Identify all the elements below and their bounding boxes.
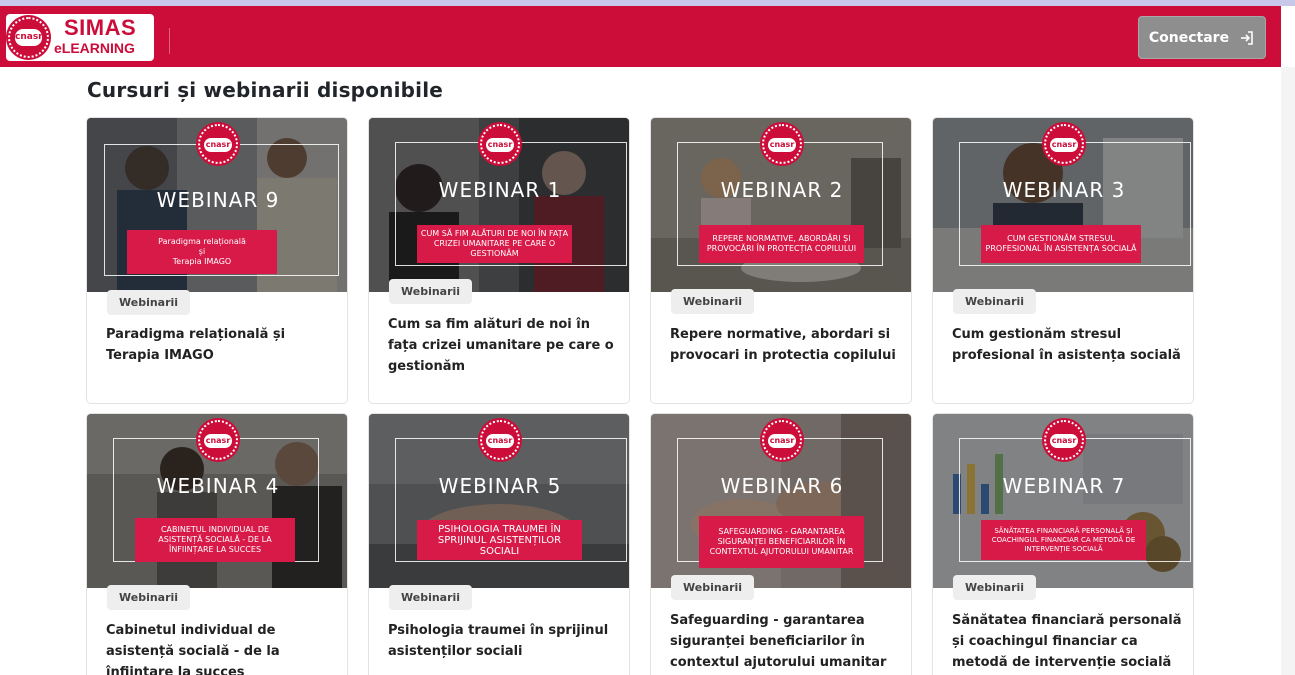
webinar-number: WEBINAR 3: [1002, 178, 1126, 202]
course-title[interactable]: Cum sa fim alături de noi în fața crizei…: [388, 314, 618, 377]
logo-subtitle: eLEARNING: [54, 40, 135, 56]
cnasr-badge-icon: cnasr: [198, 420, 238, 460]
course-card[interactable]: cnasr WEBINAR 6 SAFEGUARDING - GARANTARE…: [650, 413, 912, 675]
cnasr-badge-icon: cnasr: [480, 420, 520, 460]
login-icon: [1241, 30, 1253, 45]
cnasr-badge-icon: cnasr: [198, 124, 238, 164]
simas-logo[interactable]: cnasr SIMAS eLEARNING: [6, 14, 154, 61]
cnasr-badge-icon: cnasr: [762, 420, 802, 460]
webinar-subtitle: CUM SĂ FIM ALĂTURI DE NOI ÎN FAȚA CRIZEI…: [417, 225, 572, 263]
category-tag: Webinarii: [107, 290, 191, 315]
course-card[interactable]: cnasr WEBINAR 5 PSIHOLOGIA TRAUMEI ÎN SP…: [368, 413, 630, 675]
webinar-subtitle: PSIHOLOGIA TRAUMEI ÎN SPRIJINUL ASISTENȚ…: [417, 520, 582, 560]
webinar-subtitle: CUM GESTIONĂM STRESUL PROFESIONAL ÎN ASI…: [981, 225, 1141, 263]
webinar-subtitle: SĂNĂTATEA FINANCIARĂ PERSONALĂ ȘI COACHI…: [981, 520, 1146, 560]
login-label: Conectare: [1148, 29, 1230, 46]
webinar-subtitle: CABINETUL INDIVIDUAL DE ASISTENȚĂ SOCIAL…: [135, 518, 295, 562]
webinar-number: WEBINAR 5: [438, 474, 562, 498]
course-title[interactable]: Psihologia traumei în sprijinul asistenț…: [388, 620, 618, 662]
course-image[interactable]: cnasr WEBINAR 9 Paradigma relațională și…: [87, 118, 347, 292]
badge-text: cnasr: [204, 138, 232, 152]
course-image[interactable]: cnasr WEBINAR 6 SAFEGUARDING - GARANTARE…: [651, 414, 911, 588]
webinar-number: WEBINAR 4: [156, 474, 280, 498]
course-image[interactable]: cnasr WEBINAR 2 REPERE NORMATIVE, ABORDĂ…: [651, 118, 911, 292]
cnasr-badge-icon: cnasr: [1044, 420, 1084, 460]
course-card[interactable]: cnasr WEBINAR 4 CABINETUL INDIVIDUAL DE …: [86, 413, 348, 675]
badge-text: cnasr: [768, 138, 796, 152]
course-card[interactable]: cnasr WEBINAR 9 Paradigma relațională și…: [86, 117, 348, 404]
logo-title: SIMAS: [64, 15, 137, 40]
course-title[interactable]: Sănătatea financiară personală și coachi…: [952, 610, 1182, 673]
course-card[interactable]: cnasr WEBINAR 7 SĂNĂTATEA FINANCIARĂ PER…: [932, 413, 1194, 675]
badge-text: cnasr: [486, 434, 514, 448]
logo-seal-text: cnasr: [15, 29, 43, 46]
login-button[interactable]: Conectare: [1138, 16, 1266, 59]
course-title[interactable]: Cabinetul individual de asistență social…: [106, 620, 336, 675]
category-tag: Webinarii: [389, 279, 473, 304]
category-tag: Webinarii: [107, 585, 191, 610]
webinar-subtitle: SAFEGUARDING - GARANTAREA SIGURANȚEI BEN…: [699, 516, 864, 568]
course-card[interactable]: cnasr WEBINAR 3 CUM GESTIONĂM STRESUL PR…: [932, 117, 1194, 404]
course-image[interactable]: cnasr WEBINAR 1 CUM SĂ FIM ALĂTURI DE NO…: [369, 118, 629, 292]
webinar-number: WEBINAR 6: [720, 474, 844, 498]
webinar-number: WEBINAR 9: [156, 188, 280, 212]
course-image[interactable]: cnasr WEBINAR 3 CUM GESTIONĂM STRESUL PR…: [933, 118, 1193, 292]
header-divider: [169, 28, 170, 54]
category-tag: Webinarii: [389, 585, 473, 610]
course-image[interactable]: cnasr WEBINAR 7 SĂNĂTATEA FINANCIARĂ PER…: [933, 414, 1193, 588]
category-tag: Webinarii: [953, 575, 1037, 600]
category-tag: Webinarii: [671, 575, 755, 600]
badge-text: cnasr: [768, 434, 796, 448]
badge-text: cnasr: [1050, 434, 1078, 448]
cnasr-badge-icon: cnasr: [762, 124, 802, 164]
category-tag: Webinarii: [671, 289, 755, 314]
scrollbar-track[interactable]: [1281, 67, 1295, 675]
badge-text: cnasr: [1050, 138, 1078, 152]
course-card[interactable]: cnasr WEBINAR 1 CUM SĂ FIM ALĂTURI DE NO…: [368, 117, 630, 404]
course-title[interactable]: Repere normative, abordari si provocari …: [670, 324, 900, 366]
site-header: cnasr SIMAS eLEARNING Conectare: [0, 6, 1281, 67]
course-title[interactable]: Paradigma relațională și Terapia IMAGO: [106, 324, 336, 366]
course-title[interactable]: Cum gestionăm stresul profesional în asi…: [952, 324, 1182, 366]
course-card[interactable]: cnasr WEBINAR 2 REPERE NORMATIVE, ABORDĂ…: [650, 117, 912, 404]
course-title[interactable]: Safeguarding - garantarea siguranței ben…: [670, 610, 900, 673]
cnasr-badge-icon: cnasr: [1044, 124, 1084, 164]
webinar-number: WEBINAR 1: [438, 178, 562, 202]
webinar-subtitle: Paradigma relațională și Terapia IMAGO: [127, 230, 277, 274]
course-image[interactable]: cnasr WEBINAR 5 PSIHOLOGIA TRAUMEI ÎN SP…: [369, 414, 629, 588]
badge-text: cnasr: [204, 434, 232, 448]
category-tag: Webinarii: [953, 289, 1037, 314]
page-title: Cursuri și webinarii disponibile: [87, 78, 444, 102]
webinar-number: WEBINAR 2: [720, 178, 844, 202]
cnasr-badge-icon: cnasr: [480, 124, 520, 164]
badge-text: cnasr: [486, 138, 514, 152]
cnasr-seal-icon: cnasr: [8, 17, 49, 58]
course-image[interactable]: cnasr WEBINAR 4 CABINETUL INDIVIDUAL DE …: [87, 414, 347, 588]
webinar-number: WEBINAR 7: [1002, 474, 1126, 498]
webinar-subtitle: REPERE NORMATIVE, ABORDĂRI ȘI PROVOCĂRI …: [699, 225, 864, 263]
